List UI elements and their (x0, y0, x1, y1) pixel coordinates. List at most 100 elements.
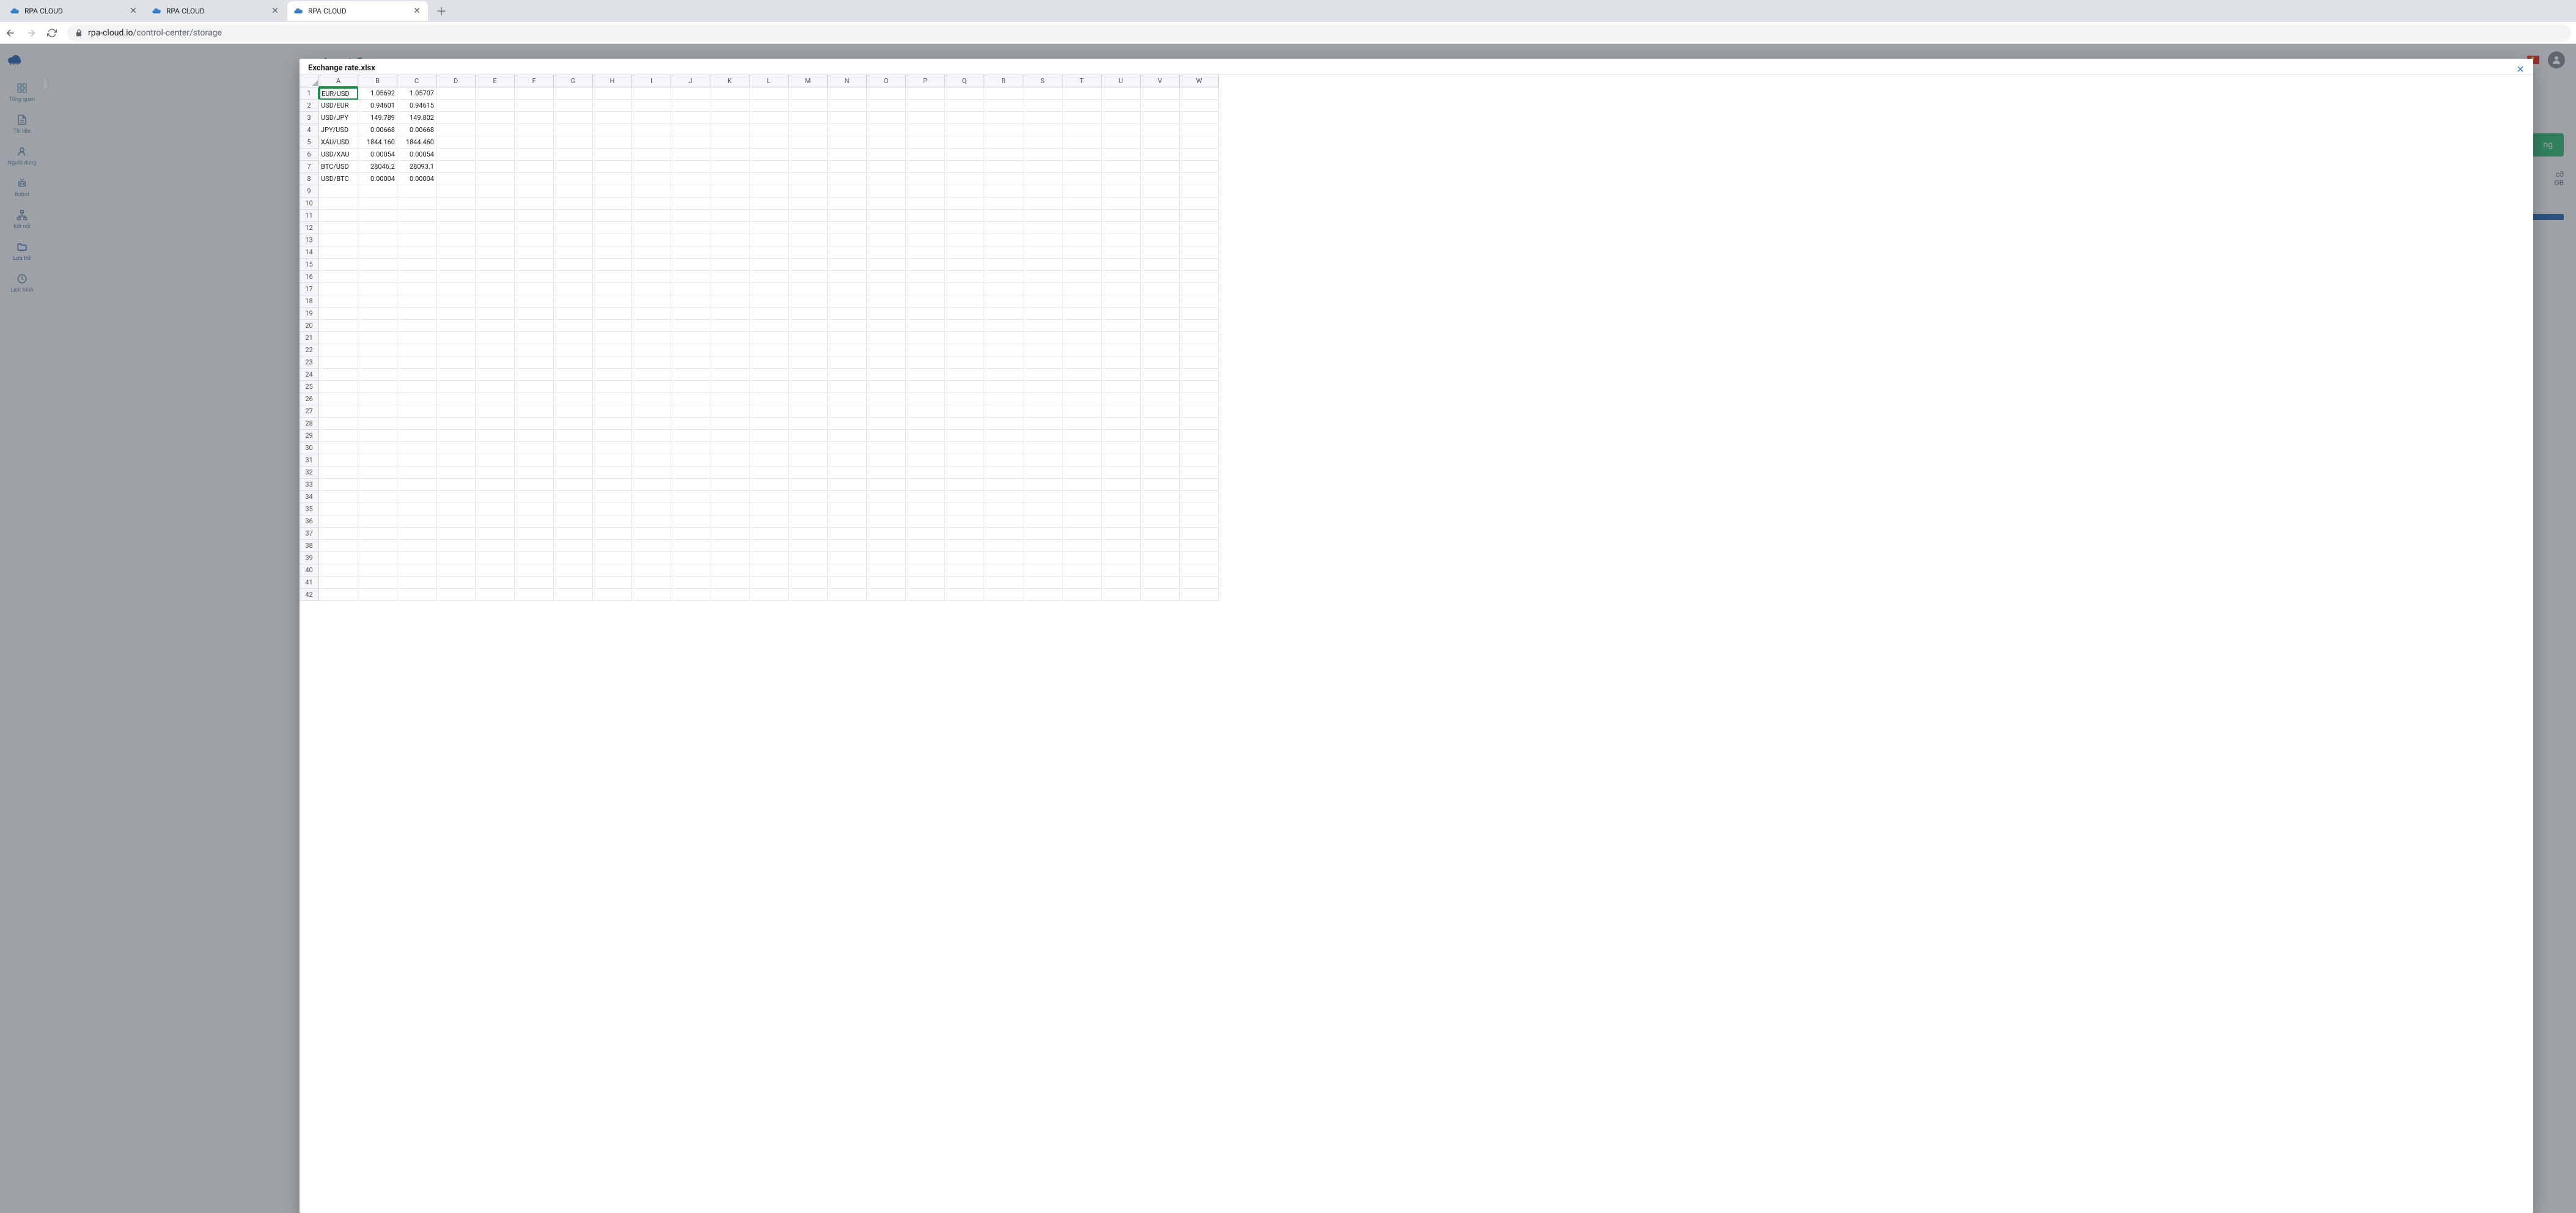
cell[interactable] (789, 405, 828, 418)
cell[interactable] (1141, 210, 1180, 222)
row-header[interactable]: 5 (300, 136, 319, 149)
cell[interactable] (984, 161, 1023, 173)
cell[interactable] (515, 515, 554, 528)
cell[interactable] (1141, 344, 1180, 356)
cell[interactable] (515, 185, 554, 197)
cell[interactable] (1062, 271, 1102, 283)
browser-tab-active[interactable]: RPA CLOUD ✕ (287, 1, 428, 21)
cell[interactable] (593, 564, 632, 577)
cell[interactable] (1062, 173, 1102, 185)
cell[interactable] (593, 149, 632, 161)
cell[interactable] (632, 320, 671, 332)
cell[interactable] (358, 197, 397, 210)
cell[interactable] (789, 479, 828, 491)
cell[interactable] (906, 197, 945, 210)
cell[interactable] (319, 540, 358, 552)
cell[interactable] (828, 466, 867, 479)
cell[interactable] (1180, 418, 1219, 430)
cell[interactable] (906, 308, 945, 320)
cell[interactable]: 1844.460 (397, 136, 436, 149)
cell[interactable] (1141, 528, 1180, 540)
cell[interactable] (632, 185, 671, 197)
cell[interactable] (828, 87, 867, 100)
cell[interactable]: USD/XAU (319, 149, 358, 161)
cell[interactable] (789, 295, 828, 308)
cell[interactable] (1062, 589, 1102, 601)
cell[interactable] (476, 295, 515, 308)
cell[interactable] (319, 369, 358, 381)
cell[interactable] (319, 246, 358, 259)
cell[interactable] (397, 393, 436, 405)
cell[interactable] (1141, 185, 1180, 197)
cell[interactable] (867, 308, 906, 320)
tab-close-icon[interactable]: ✕ (270, 6, 280, 16)
cell[interactable] (789, 564, 828, 577)
cell[interactable] (749, 185, 789, 197)
cell[interactable] (436, 589, 476, 601)
cell[interactable] (789, 259, 828, 271)
cell[interactable] (789, 381, 828, 393)
cell[interactable] (1180, 234, 1219, 246)
cell[interactable] (671, 332, 710, 344)
cell[interactable] (632, 479, 671, 491)
cell[interactable] (554, 454, 593, 466)
cell[interactable] (984, 356, 1023, 369)
cell[interactable] (1102, 246, 1141, 259)
cell[interactable] (710, 100, 749, 112)
cell[interactable] (789, 185, 828, 197)
cell[interactable] (593, 136, 632, 149)
cell[interactable] (710, 540, 749, 552)
cell[interactable] (984, 479, 1023, 491)
column-header[interactable]: C (397, 75, 436, 87)
cell[interactable] (1102, 356, 1141, 369)
cell[interactable] (436, 320, 476, 332)
cell[interactable] (515, 259, 554, 271)
cell[interactable] (593, 210, 632, 222)
cell[interactable] (945, 552, 984, 564)
cell[interactable] (1062, 356, 1102, 369)
cell[interactable] (749, 173, 789, 185)
cell[interactable] (1141, 100, 1180, 112)
cell[interactable] (984, 259, 1023, 271)
cell[interactable] (632, 295, 671, 308)
cell[interactable] (397, 210, 436, 222)
cell[interactable] (828, 259, 867, 271)
cell[interactable] (554, 430, 593, 442)
cell[interactable] (1062, 479, 1102, 491)
cell[interactable] (749, 430, 789, 442)
cell[interactable] (1062, 222, 1102, 234)
cell[interactable] (476, 418, 515, 430)
cell[interactable] (906, 136, 945, 149)
cell[interactable] (1062, 393, 1102, 405)
cell[interactable] (906, 369, 945, 381)
row-header[interactable]: 23 (300, 356, 319, 369)
cell[interactable] (789, 393, 828, 405)
cell[interactable] (867, 430, 906, 442)
cell[interactable] (867, 295, 906, 308)
cell[interactable] (397, 552, 436, 564)
cell[interactable] (867, 466, 906, 479)
cell[interactable] (554, 577, 593, 589)
cell[interactable] (554, 173, 593, 185)
cell[interactable] (436, 332, 476, 344)
cell[interactable] (906, 381, 945, 393)
cell[interactable] (476, 503, 515, 515)
cell[interactable] (749, 577, 789, 589)
cell[interactable] (319, 271, 358, 283)
cell[interactable] (906, 577, 945, 589)
cell[interactable] (632, 112, 671, 124)
row-header[interactable]: 41 (300, 577, 319, 589)
row-header[interactable]: 7 (300, 161, 319, 173)
cell[interactable] (828, 149, 867, 161)
cell[interactable] (1180, 246, 1219, 259)
cell[interactable] (593, 112, 632, 124)
cell[interactable] (945, 369, 984, 381)
cell[interactable] (632, 552, 671, 564)
cell[interactable] (1062, 564, 1102, 577)
cell[interactable] (554, 197, 593, 210)
row-header[interactable]: 20 (300, 320, 319, 332)
cell[interactable] (671, 356, 710, 369)
cell[interactable]: 149.789 (358, 112, 397, 124)
cell[interactable] (1102, 87, 1141, 100)
cell[interactable] (632, 283, 671, 295)
